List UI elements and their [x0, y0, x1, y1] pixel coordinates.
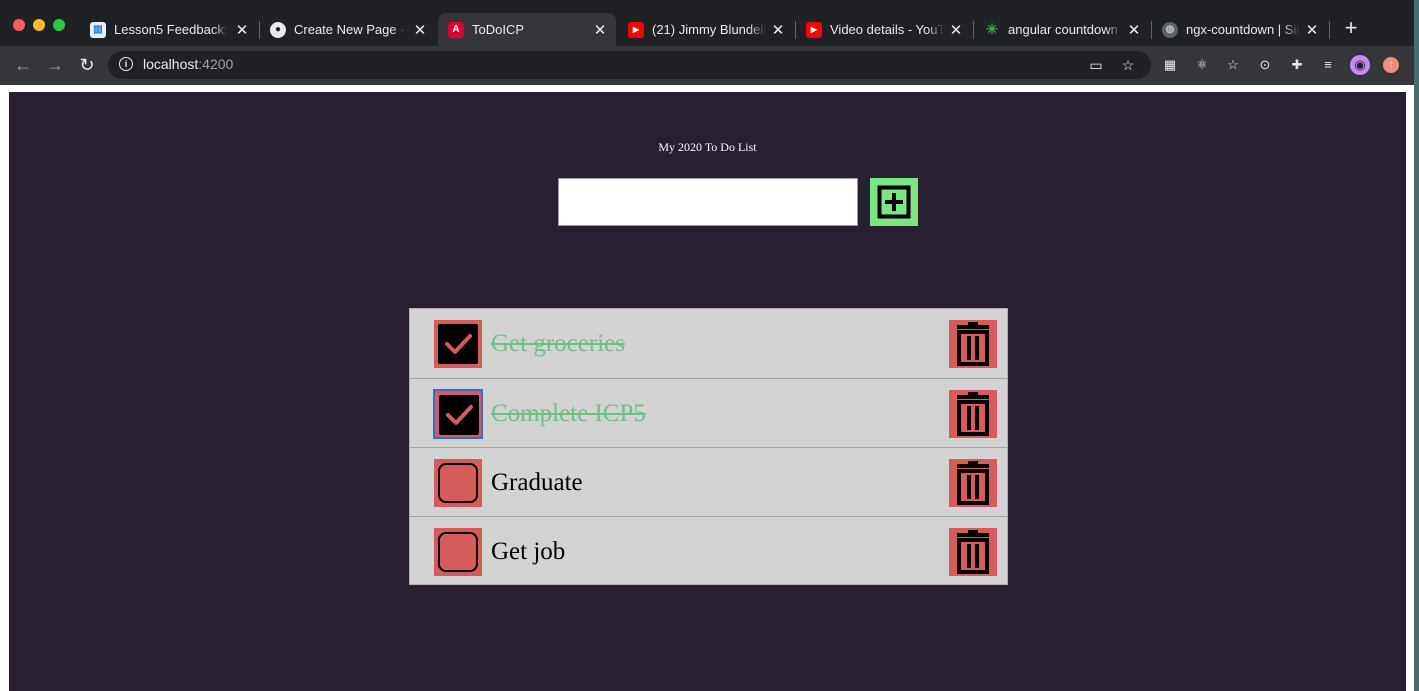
- page-title: My 2020 To Do List: [658, 140, 757, 154]
- extension-star-icon[interactable]: ☆: [1223, 55, 1243, 75]
- tab-title: (21) Jimmy Blundell: [652, 22, 766, 37]
- github-icon: ●: [270, 21, 286, 38]
- tab-angular-countdown[interactable]: ✳ angular countdown t ✕: [974, 13, 1150, 46]
- todo-list: Get groceries Complete ICP5 Graduate Get…: [409, 308, 1008, 585]
- trash-icon: [957, 530, 989, 574]
- tab-close-icon[interactable]: ✕: [412, 21, 428, 39]
- tab-title: Create New Page · J: [294, 22, 408, 37]
- delete-todo-button[interactable]: [949, 390, 997, 438]
- address-bar[interactable]: i localhost:4200 ▭ ☆: [108, 51, 1151, 79]
- address-host: localhost: [143, 56, 199, 72]
- tab-strip: ▥ Lesson5 Feedback: V ✕ ● Create New Pag…: [0, 0, 1414, 46]
- plus-square-icon: [877, 185, 911, 219]
- tab-title: ngx-countdown | Sir: [1186, 22, 1300, 37]
- add-todo-button[interactable]: [870, 178, 918, 226]
- tab-title: Video details - YouT: [830, 22, 944, 37]
- site-info-icon[interactable]: i: [119, 57, 133, 71]
- checkbox-box: [438, 532, 478, 572]
- chart-favicon-icon: ▥: [90, 21, 106, 38]
- todo-row: Graduate: [410, 447, 1007, 517]
- browser-toolbar: ← → ↻ i localhost:4200 ▭ ☆ ▦ ⚛ ☆ ⊙ ✚ ≡ ◉…: [0, 46, 1414, 85]
- delete-todo-button[interactable]: [949, 320, 997, 368]
- trash-icon: [957, 392, 989, 436]
- profile-avatar[interactable]: ◉: [1350, 55, 1370, 75]
- page-viewport: My 2020 To Do List Get groceries Complet…: [0, 85, 1414, 691]
- react-devtools-icon[interactable]: ⚛: [1192, 55, 1212, 75]
- tab-lesson5-feedback[interactable]: ▥ Lesson5 Feedback: V ✕: [80, 13, 258, 46]
- todo-row: Get job: [410, 516, 1007, 586]
- checkmark-icon: [445, 334, 472, 354]
- media-control-icon[interactable]: ≡: [1318, 55, 1338, 75]
- tab-separator: [1329, 21, 1330, 39]
- todo-label: Graduate: [491, 469, 583, 496]
- extension-css-icon[interactable]: ▦: [1160, 55, 1180, 75]
- checkbox-box: [438, 463, 478, 503]
- tab-jimmy-blundell[interactable]: ▶ (21) Jimmy Blundell ✕: [618, 13, 794, 46]
- todo-label: Get groceries: [491, 330, 625, 357]
- todo-app: My 2020 To Do List Get groceries Complet…: [9, 92, 1406, 691]
- tab-close-icon[interactable]: ✕: [234, 21, 250, 39]
- browser-window: ▥ Lesson5 Feedback: V ✕ ● Create New Pag…: [0, 0, 1414, 691]
- address-port: :4200: [198, 56, 234, 72]
- tab-close-icon[interactable]: ✕: [1304, 21, 1320, 39]
- angular-icon: A: [448, 21, 464, 38]
- todo-label: Get job: [491, 538, 566, 565]
- youtube-icon: ▶: [806, 21, 822, 38]
- tab-title: angular countdown t: [1008, 22, 1122, 37]
- todo-checkbox[interactable]: [434, 320, 482, 368]
- trash-icon: [957, 461, 989, 505]
- checkmark-icon: [446, 405, 473, 425]
- forward-arrow-icon[interactable]: →: [44, 54, 66, 76]
- delete-todo-button[interactable]: [949, 459, 997, 507]
- tab-ngx-countdown[interactable]: ◍ ngx-countdown | Sir ✕: [1152, 13, 1328, 46]
- address-url: localhost:4200: [143, 56, 233, 72]
- tab-title: Lesson5 Feedback: V: [114, 22, 230, 37]
- extension-eyes-icon[interactable]: ⊙: [1255, 55, 1275, 75]
- search-favicon-icon: ✳: [986, 21, 998, 37]
- tab-create-new-page[interactable]: ● Create New Page · J ✕: [260, 13, 436, 46]
- delete-todo-button[interactable]: [949, 528, 997, 576]
- window-zoom-button[interactable]: [53, 19, 65, 31]
- tab-close-icon[interactable]: ✕: [1126, 21, 1142, 39]
- reload-icon[interactable]: ↻: [76, 54, 98, 76]
- todo-label: Complete ICP5: [491, 400, 646, 427]
- bookmark-star-icon[interactable]: ☆: [1119, 56, 1137, 74]
- todo-checkbox[interactable]: [433, 389, 483, 439]
- extensions-puzzle-icon[interactable]: ✚: [1287, 55, 1307, 75]
- tab-video-details[interactable]: ▶ Video details - YouT ✕: [796, 13, 972, 46]
- todo-checkbox[interactable]: [434, 528, 482, 576]
- window-close-button[interactable]: [13, 19, 25, 31]
- youtube-icon: ▶: [628, 21, 644, 38]
- window-minimize-button[interactable]: [33, 19, 45, 31]
- back-arrow-icon[interactable]: ←: [12, 54, 34, 76]
- update-icon[interactable]: ↑: [1383, 57, 1399, 73]
- tab-close-icon[interactable]: ✕: [770, 21, 786, 39]
- globe-icon: ◍: [1162, 21, 1178, 38]
- new-tab-button[interactable]: +: [1340, 17, 1362, 41]
- todo-checkbox[interactable]: [434, 459, 482, 507]
- cast-icon[interactable]: ▭: [1087, 56, 1105, 74]
- tab-close-icon[interactable]: ✕: [948, 21, 964, 39]
- trash-icon: [957, 322, 989, 366]
- tab-title: ToDoICP: [472, 22, 525, 37]
- new-todo-input[interactable]: [558, 178, 858, 226]
- tab-close-icon[interactable]: ✕: [592, 21, 608, 39]
- todo-row: Complete ICP5: [410, 378, 1007, 448]
- tab-todoicp[interactable]: A ToDoICP ✕: [438, 13, 616, 46]
- todo-row: Get groceries: [410, 309, 1007, 378]
